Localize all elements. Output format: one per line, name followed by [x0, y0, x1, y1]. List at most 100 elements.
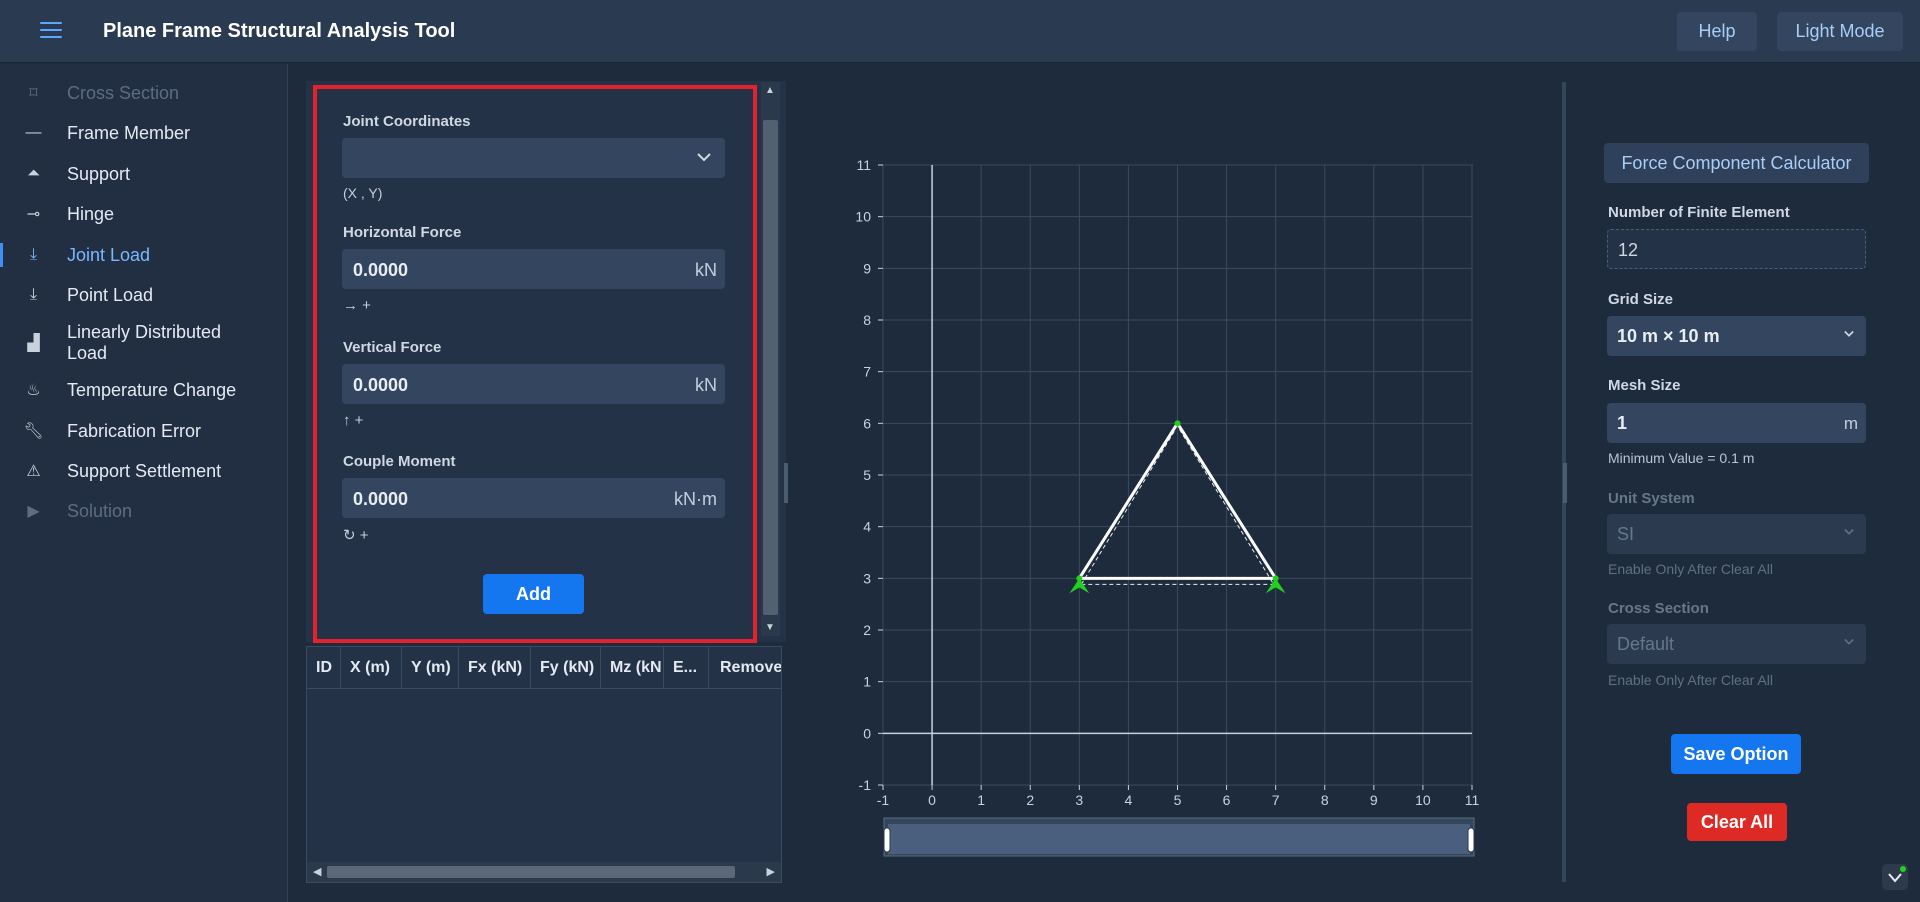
y-tick-label: 0 [863, 725, 871, 741]
sidebar-item-temperature[interactable]: ♨ Temperature Change [0, 377, 287, 403]
support-icon: ⏶ [27, 165, 40, 182]
left-splitter-handle[interactable] [784, 463, 788, 503]
joint-coordinates-label: Joint Coordinates [343, 113, 471, 130]
column-header-id: ID [307, 647, 341, 689]
sidebar-item-fabrication-error[interactable]: 🔧︎ Fabrication Error [0, 418, 287, 444]
vertical-force-label: Vertical Force [343, 339, 442, 356]
cross-section-note: Enable Only After Clear All [1608, 672, 1773, 688]
sidebar-item-support[interactable]: ⏶ Support [0, 161, 287, 187]
chevron-down-icon [1844, 528, 1854, 535]
sidebar-item-label: Support Settlement [67, 460, 222, 481]
sidebar-item-label: Support [67, 163, 131, 184]
column-header-x: X (m) [341, 647, 402, 689]
column-header-fy: Fy (kN) [531, 647, 601, 689]
plot-ticks: -1 0 1 2 3 4 5 6 7 8 9 10 11 -1 0 1 2 3 4 5 6 7 8 9 10 11 [855, 157, 1479, 808]
cross-section-icon: ⌑ [29, 85, 38, 102]
cross-section-select[interactable]: Default [1607, 624, 1866, 664]
sidebar-item-label: Point Load [67, 284, 154, 305]
warning-icon: ⚠︎ [26, 463, 41, 480]
column-header-y: Y (m) [402, 647, 459, 689]
x-tick-label: 0 [928, 792, 936, 808]
column-header-mz: Mz (kN [601, 647, 664, 689]
horizontal-zoom-handle-left [883, 827, 891, 853]
joint-coordinates-hint: (X , Y) [343, 185, 383, 201]
y-tick-label: -1 [859, 777, 872, 793]
right-splitter-handle[interactable] [1563, 463, 1567, 503]
couple-moment-input[interactable]: 0.0000 kN·m [342, 478, 725, 518]
x-tick-label: 3 [1075, 792, 1083, 808]
horizontal-force-input[interactable]: 0.0000 kN [342, 249, 725, 289]
distributed-load-icon: ▟ [27, 335, 40, 352]
couple-moment-label: Couple Moment [343, 453, 456, 470]
x-tick-label: 9 [1370, 792, 1378, 808]
sidebar-item-label: Solution [67, 500, 133, 521]
sidebar-item-support-settlement[interactable]: ⚠︎ Support Settlement [0, 458, 287, 484]
x-tick-label: 10 [1415, 792, 1431, 808]
y-tick-label: 1 [863, 674, 871, 690]
clear-all-button[interactable]: Clear All [1687, 803, 1787, 841]
zoom-sliders[interactable] [883, 167, 1490, 857]
x-tick-label: 4 [1125, 792, 1133, 808]
sidebar-item-label: Fabrication Error [67, 420, 202, 441]
light-mode-button[interactable]: Light Mode [1777, 12, 1903, 51]
x-tick-label: 1 [977, 792, 985, 808]
x-tick-label: 8 [1321, 792, 1329, 808]
point-load-icon: ⤓ [29, 286, 38, 303]
horizontal-zoom-handle-right [1467, 827, 1475, 853]
force-calculator-button[interactable]: Force Component Calculator [1604, 143, 1869, 183]
sidebar-item-label: Frame Member [67, 122, 191, 143]
column-header-remove: Remove [720, 659, 781, 676]
sidebar-item-label: Cross Section [67, 82, 180, 103]
scroll-thumb[interactable] [763, 120, 778, 615]
help-button[interactable]: Help [1677, 12, 1757, 51]
sidebar-item-point-load[interactable]: ⤓ Point Load [0, 282, 287, 308]
joint-coordinates-select[interactable] [342, 138, 725, 178]
y-tick-label: 11 [856, 157, 871, 173]
sidebar-item-frame-member[interactable]: — Frame Member [0, 120, 287, 146]
save-option-button[interactable]: Save Option [1671, 734, 1801, 774]
sidebar-item-joint-load[interactable]: ⤓ Joint Load [0, 241, 287, 269]
joint-load-table: ID X (m) Y (m) Fx (kN) Fy (kN) Mz (kN E.… [306, 646, 782, 883]
finite-element-input[interactable]: 12 [1607, 229, 1866, 269]
vertical-force-hint: ↑ + [343, 412, 364, 429]
scroll-down-icon[interactable]: ▼ [765, 622, 775, 633]
add-button[interactable]: Add [483, 574, 584, 614]
sidebar-item-solution[interactable]: ▶ Solution [0, 498, 287, 524]
sidebar-item-distributed-load[interactable]: ▟ Linearly Distributed Load [0, 321, 287, 365]
grid-size-select[interactable]: 10 m × 10 m [1607, 316, 1866, 356]
menu-icon[interactable] [40, 22, 62, 40]
horizontal-force-label: Horizontal Force [343, 224, 462, 241]
x-tick-label: 7 [1272, 792, 1280, 808]
grid-size-label: Grid Size [1608, 291, 1674, 308]
chevron-down-icon [1844, 638, 1854, 645]
scroll-up-icon[interactable]: ▲ [765, 85, 775, 96]
feedback-icon[interactable] [1882, 864, 1908, 890]
x-tick-label: 6 [1223, 792, 1231, 808]
sidebar-item-label: Temperature Change [67, 379, 237, 400]
x-tick-label: 5 [1174, 792, 1182, 808]
form-scrollbar[interactable]: ▲ ▼ [761, 82, 780, 636]
scroll-right-icon[interactable]: ▶ [767, 865, 775, 878]
scroll-thumb[interactable] [327, 866, 735, 878]
table-scrollbar[interactable]: ◀ ▶ [307, 862, 781, 882]
sidebar-item-hinge[interactable]: ⊸ Hinge [0, 201, 287, 227]
sidebar-item-label: Linearly Distributed Load [67, 322, 222, 363]
app-title: Plane Frame Structural Analysis Tool [103, 20, 456, 42]
mesh-size-note: Minimum Value = 0.1 m [1608, 450, 1755, 466]
unit-system-label: Unit System [1608, 490, 1695, 507]
vertical-force-input[interactable]: 0.0000 kN [342, 364, 725, 404]
x-tick-label: 11 [1465, 792, 1480, 808]
cross-section-label: Cross Section [1608, 600, 1709, 617]
y-tick-label: 4 [863, 519, 871, 535]
mesh-size-input[interactable]: 1 m [1607, 403, 1866, 443]
hinge-icon: ⊸ [26, 206, 41, 223]
joint-node [1174, 420, 1181, 427]
sidebar-item-label: Joint Load [67, 244, 151, 265]
sidebar-item-cross-section[interactable]: ⌑ Cross Section [0, 80, 287, 106]
unit-system-select[interactable]: SI [1607, 514, 1866, 554]
joint-load-icon: ⤓ [29, 246, 38, 263]
table-header: ID X (m) Y (m) Fx (kN) Fy (kN) Mz (kN E.… [307, 647, 781, 689]
y-tick-label: 2 [863, 622, 871, 638]
structure-plot[interactable]: -1 0 1 2 3 4 5 6 7 8 9 10 11 -1 0 1 2 3 4 5 6 7 8 9 10 11 [840, 140, 1490, 860]
scroll-left-icon[interactable]: ◀ [313, 865, 321, 878]
